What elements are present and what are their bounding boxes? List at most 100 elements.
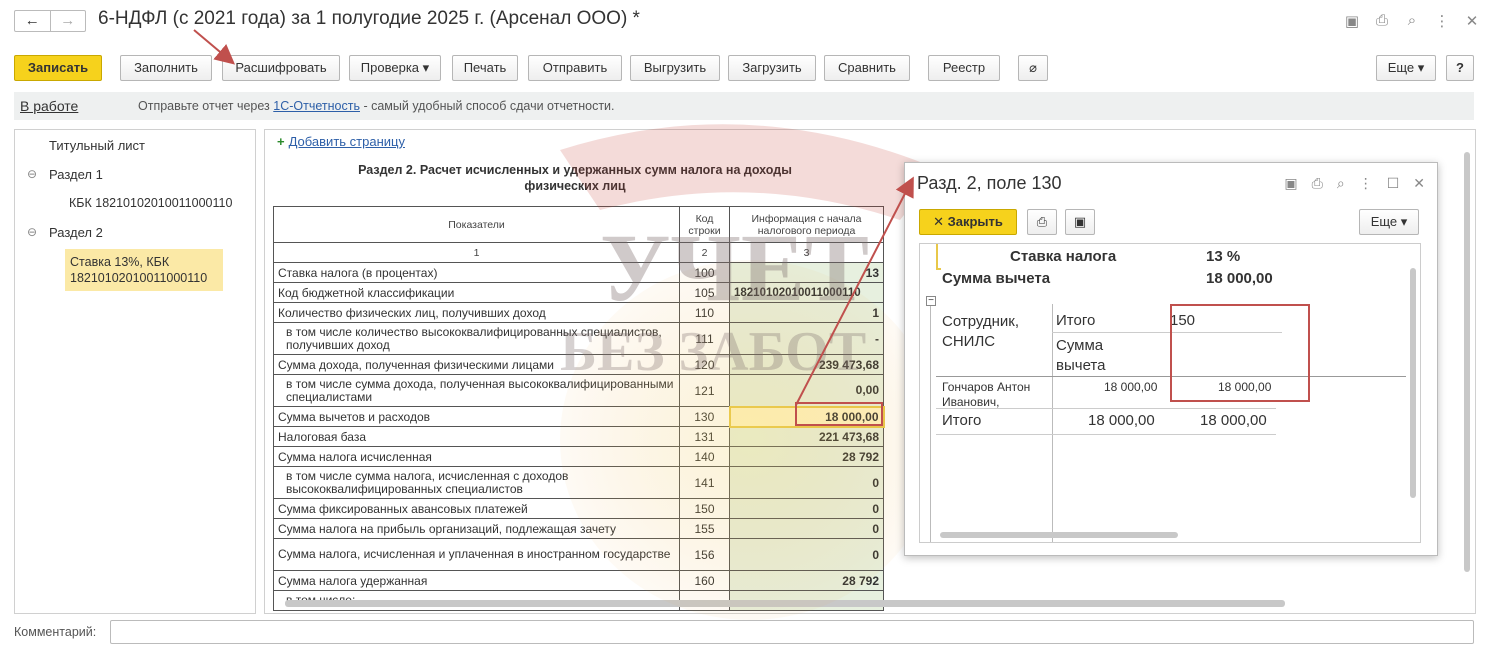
help-button[interactable]: ? (1446, 55, 1474, 81)
tree-item-title-page[interactable]: Титульный лист (49, 138, 145, 153)
more-vert-icon[interactable]: ⋮ (1434, 12, 1450, 30)
preview-icon[interactable]: ⌕ (1337, 175, 1345, 192)
close-icon[interactable]: ✕ (1413, 175, 1425, 192)
row-label: Сумма налога, исчисленная и уплаченная в… (273, 538, 680, 571)
row-value[interactable]: 0 (729, 538, 884, 571)
more-button-label: Еще (1387, 60, 1415, 75)
scrollbar-thumb[interactable] (1410, 268, 1416, 498)
rate-label: Ставка налога (1010, 248, 1117, 265)
table-row: Сумма налога на прибыль организаций, под… (273, 518, 884, 539)
row-label: в том числе количество высококвалифициро… (273, 322, 680, 355)
table-row: Сумма дохода, полученная физическими лиц… (273, 354, 884, 375)
header-period-info: Информация с начала налогового периода (729, 206, 884, 243)
reporting-link[interactable]: 1С-Отчетность (273, 99, 360, 113)
tree-item-label: Раздел 2 (49, 225, 103, 240)
row-code: 121 (679, 374, 730, 407)
fill-button[interactable]: Заполнить (120, 55, 212, 81)
row-value-selected[interactable]: 18 000,00 (728, 405, 885, 428)
print-button[interactable]: Печать (452, 55, 518, 81)
toolbar: Записать Заполнить Расшифровать Проверка… (0, 55, 1492, 83)
collapse-icon[interactable]: ⊖ (27, 225, 37, 239)
scrollbar-thumb[interactable] (1464, 152, 1470, 572)
status-link[interactable]: В работе (20, 98, 78, 114)
maximize-icon[interactable]: ☐ (1387, 175, 1400, 192)
save-icon[interactable]: ▣ (1284, 175, 1297, 192)
row-value[interactable]: 239 473,68 (729, 354, 884, 375)
popup-close-button[interactable]: ✕ Закрыть (919, 209, 1017, 235)
compare-button[interactable]: Сравнить (824, 55, 910, 81)
row-value[interactable]: 18210102010011000110 (729, 282, 884, 303)
save-icon[interactable]: ▣ (1344, 12, 1360, 30)
group-collapse-icon[interactable]: − (926, 296, 936, 306)
printer-icon[interactable]: ⎙ (1312, 175, 1323, 192)
popup-more-button[interactable]: Еще ▾ (1359, 209, 1419, 235)
more-vert-icon[interactable]: ⋮ (1359, 175, 1373, 192)
row-value[interactable]: 221 473,68 (729, 426, 884, 447)
row-value[interactable]: 0 (729, 498, 884, 519)
table-row: Количество физических лиц, получивших до… (273, 302, 884, 323)
comment-input[interactable] (110, 620, 1474, 644)
row-value[interactable]: 28 792 (729, 570, 884, 591)
comment-label: Комментарий: (14, 625, 97, 639)
tree-item-kbk-section-1[interactable]: КБК 18210102010011000110 (69, 196, 232, 210)
section-title-line-1: Раздел 2. Расчет исчисленных и удержанны… (358, 163, 792, 177)
popup-vertical-scrollbar[interactable] (1410, 258, 1416, 522)
chevron-down-icon: ▾ (1417, 60, 1425, 75)
tree-item-selected-rate-13[interactable]: Ставка 13%, КБК 18210102010011000110 (65, 249, 223, 291)
row-value[interactable]: 0 (729, 518, 884, 539)
add-page-link[interactable]: + Добавить страницу (277, 134, 405, 149)
row-value[interactable]: 0 (729, 466, 884, 499)
close-icon[interactable]: ✕ (1464, 12, 1480, 30)
row-value[interactable]: 1 (729, 302, 884, 323)
column-divider (1052, 304, 1053, 542)
export-button[interactable]: Выгрузить (630, 55, 720, 81)
annotation-highlight-box (1170, 304, 1310, 402)
decode-button[interactable]: Расшифровать (222, 55, 340, 81)
save-button[interactable]: Записать (14, 55, 102, 81)
horizontal-scrollbar[interactable] (285, 600, 1455, 607)
popup-save-button[interactable]: ▣ (1065, 209, 1095, 235)
row-code: 131 (679, 426, 730, 447)
row-label: Сумма налога исчисленная (273, 446, 680, 467)
import-button[interactable]: Загрузить (728, 55, 816, 81)
printer-icon[interactable]: ⎙ (1374, 12, 1390, 30)
add-page-label: Добавить страницу (288, 134, 405, 149)
send-button[interactable]: Отправить (528, 55, 622, 81)
check-dropdown-button[interactable]: Проверка ▾ (349, 55, 441, 81)
tree-item-section-2[interactable]: ⊖ Раздел 2 (27, 225, 103, 240)
row-value[interactable]: - (729, 322, 884, 355)
tree-item-label: Раздел 1 (49, 167, 103, 182)
table-row: Сумма вычетов и расходов 130 18 000,00 (273, 405, 885, 428)
col-num-3: 3 (729, 242, 884, 263)
preview-icon[interactable]: ⌕ (1404, 12, 1420, 30)
row-value[interactable]: 28 792 (729, 446, 884, 467)
scrollbar-thumb[interactable] (285, 600, 1285, 607)
scrollbar-thumb[interactable] (940, 532, 1178, 538)
row-value[interactable]: 13 (729, 262, 884, 283)
attach-button[interactable]: ⌀ (1018, 55, 1048, 81)
popup-horizontal-scrollbar[interactable] (940, 532, 1380, 538)
forward-arrow-icon[interactable]: → (49, 11, 86, 31)
popup-report: − Ставка налога 13 % Сумма вычета 18 000… (919, 243, 1421, 543)
table-row: Сумма фиксированных авансовых платежей 15… (273, 498, 884, 519)
chevron-down-icon: ▾ (422, 60, 430, 75)
row-code: 130 (679, 406, 730, 427)
section-tree: Титульный лист ⊖ Раздел 1 КБК 18210102010… (14, 129, 256, 614)
row-code: 141 (679, 466, 730, 499)
row-value[interactable]: 0,00 (729, 374, 884, 407)
more-dropdown-button[interactable]: Еще ▾ (1376, 55, 1436, 81)
tree-item-section-1[interactable]: ⊖ Раздел 1 (27, 167, 103, 182)
registry-button[interactable]: Реестр (928, 55, 1000, 81)
table-row: в том числе сумма дохода, полученная выс… (273, 374, 884, 407)
col-total-header: Итого (1056, 312, 1096, 329)
row-code: 105 (679, 282, 730, 303)
back-arrow-icon[interactable]: ← (15, 11, 50, 31)
popup-print-button[interactable]: ⎙ (1027, 209, 1057, 235)
employee-name[interactable]: Гончаров Антон Иванович, (942, 380, 1052, 410)
row-code: 120 (679, 354, 730, 375)
deduction-label: Сумма вычета (942, 270, 1051, 287)
vertical-scrollbar[interactable] (1463, 140, 1471, 590)
row-label: Сумма налога на прибыль организаций, под… (273, 518, 680, 539)
collapse-icon[interactable]: ⊖ (27, 167, 37, 181)
header-line-code: Код строки (679, 206, 730, 243)
